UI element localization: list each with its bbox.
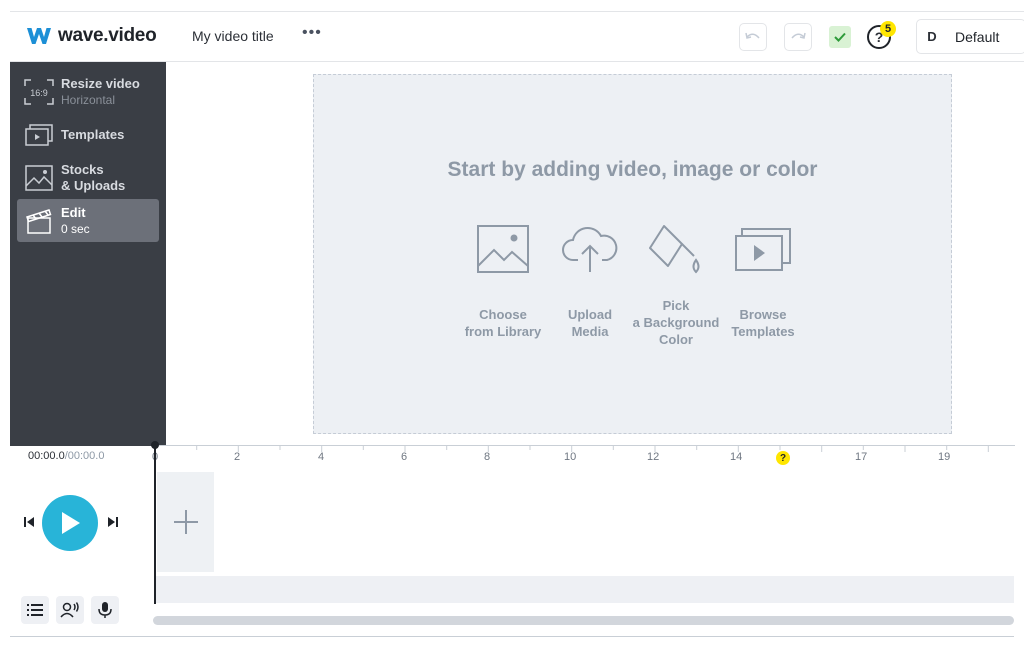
sidebar-item-resize-video[interactable]: 16:9 Resize video Horizontal xyxy=(17,72,159,112)
tick-label: 12 xyxy=(647,451,660,463)
dropzone-title: Start by adding video, image or color xyxy=(447,158,818,181)
profile-menu[interactable]: D Default xyxy=(916,19,1024,54)
tick-label: 14 xyxy=(730,451,743,463)
sidebar-item-label: Templates xyxy=(61,127,125,142)
wave-logo-icon xyxy=(27,28,51,44)
sidebar-item-templates[interactable]: Templates xyxy=(17,120,159,150)
timeline-help-marker[interactable]: ? xyxy=(776,451,790,465)
clapperboard-icon xyxy=(26,208,52,234)
tick-label: 8 xyxy=(484,451,491,463)
list-view-button[interactable] xyxy=(21,596,49,624)
play-icon xyxy=(62,512,80,534)
option-label-line2: Media xyxy=(571,324,609,339)
upload-media-button[interactable]: Upload Media xyxy=(545,219,635,340)
audio-track[interactable] xyxy=(156,576,1014,603)
more-options-button[interactable]: ••• xyxy=(302,24,322,42)
voiceover-button[interactable] xyxy=(56,596,84,624)
brand-name: wave.video xyxy=(58,25,157,46)
bottom-divider xyxy=(10,636,1014,637)
tick-label: 2 xyxy=(234,451,241,463)
timeline-scrollbar[interactable] xyxy=(153,616,1014,625)
sidebar-item-edit[interactable]: Edit 0 sec xyxy=(17,199,159,242)
option-label-line1: Pick xyxy=(662,298,690,313)
tick-label: 4 xyxy=(318,451,325,463)
current-time: 00:00.0 xyxy=(28,450,65,462)
paint-bucket-icon xyxy=(649,225,700,274)
skip-back-icon xyxy=(24,517,34,527)
undo-icon xyxy=(745,32,760,39)
ruler-ticks xyxy=(155,446,989,452)
notification-badge: 5 xyxy=(880,21,896,37)
sidebar-item-sublabel: Horizontal xyxy=(61,93,116,107)
sidebar-item-label: Stocks xyxy=(61,162,104,177)
add-clip-button[interactable] xyxy=(157,472,214,572)
redo-button[interactable] xyxy=(784,23,812,51)
option-label-line1: Choose xyxy=(479,307,527,322)
tick-label: 10 xyxy=(564,451,577,463)
image-icon xyxy=(25,165,53,191)
sidebar-item-sublabel: 0 sec xyxy=(61,221,90,236)
checkmark-icon xyxy=(834,32,846,42)
skip-to-end-button[interactable] xyxy=(106,515,120,534)
timeline-ruler[interactable]: 0 2 4 6 8 10 12 14 17 19 xyxy=(152,445,1015,467)
option-label-line1: Upload xyxy=(567,307,613,322)
choose-from-library-button[interactable]: Choose from Library xyxy=(458,219,548,340)
playhead-handle[interactable] xyxy=(151,441,159,449)
top-header: wave.video My video title ••• ? 5 D Defa… xyxy=(10,11,1024,62)
sidebar-item-stocks-uploads[interactable]: Stocks & Uploads xyxy=(17,158,159,198)
browse-templates-button[interactable]: Browse Templates xyxy=(718,219,808,340)
undo-button[interactable] xyxy=(739,23,767,51)
tick-label: 19 xyxy=(938,451,951,463)
media-dropzone[interactable]: Start by adding video, image or color Ch… xyxy=(313,74,952,434)
cloud-upload-icon xyxy=(562,226,618,272)
list-icon xyxy=(27,604,43,616)
templates-icon xyxy=(735,228,791,271)
microphone-icon xyxy=(98,602,112,618)
time-readout: 00:00.0/00:00.0 xyxy=(28,450,104,462)
tick-label: 17 xyxy=(855,451,868,463)
sidebar-item-label: Resize video xyxy=(61,76,140,91)
avatar: D xyxy=(927,29,937,44)
option-label-line3: Color xyxy=(659,332,693,347)
image-library-icon xyxy=(477,225,529,273)
speaking-person-icon xyxy=(60,602,79,618)
app-window: wave.video My video title ••• ? 5 D Defa… xyxy=(0,0,1024,647)
saved-status-button[interactable] xyxy=(829,26,851,48)
tick-label: 6 xyxy=(401,451,408,463)
playhead[interactable] xyxy=(154,444,156,604)
play-button[interactable] xyxy=(42,495,98,551)
aspect-ratio-icon: 16:9 xyxy=(24,79,54,105)
brand-logo[interactable]: wave.video xyxy=(26,25,157,47)
skip-forward-icon xyxy=(108,517,118,527)
profile-name: Default xyxy=(955,28,1000,45)
templates-icon xyxy=(25,124,53,146)
redo-icon xyxy=(791,32,806,39)
record-audio-button[interactable] xyxy=(91,596,119,624)
aspect-ratio-label: 16:9 xyxy=(30,88,48,98)
total-duration: 00:00.0 xyxy=(67,450,105,462)
sidebar-item-label-line2: & Uploads xyxy=(61,178,126,193)
video-title[interactable]: My video title xyxy=(192,28,274,44)
left-sidebar: 16:9 Resize video Horizontal Templates S… xyxy=(10,62,166,446)
plus-icon xyxy=(173,510,198,534)
option-label-line2: Templates xyxy=(731,324,795,339)
sidebar-item-label: Edit xyxy=(61,204,86,220)
pick-background-color-button[interactable]: Pick a Background Color xyxy=(631,219,721,348)
skip-to-start-button[interactable] xyxy=(22,515,36,534)
option-label-line1: Browse xyxy=(739,307,787,322)
option-label-line2: from Library xyxy=(464,324,542,339)
option-label-line2: a Background xyxy=(632,315,720,330)
